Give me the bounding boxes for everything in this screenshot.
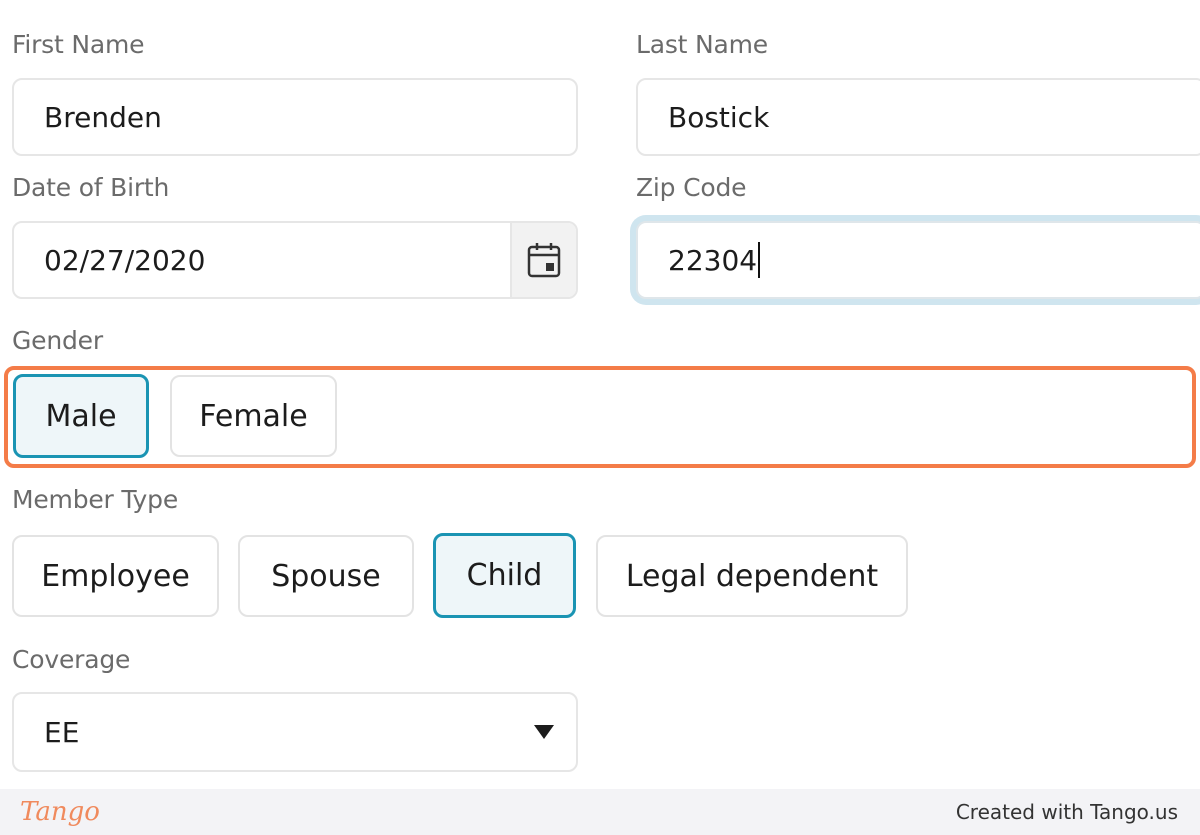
coverage-value: EE [44,715,80,749]
gender-female-label: Female [199,398,308,434]
last-name-label: Last Name [636,30,768,59]
gender-male-button[interactable]: Male [13,374,149,458]
member-type-child-button[interactable]: Child [433,533,576,618]
date-of-birth-value: 02/27/2020 [44,243,206,277]
first-name-input[interactable]: Brenden [12,78,578,156]
member-type-legal-dependent-label: Legal dependent [625,558,879,594]
member-form-page: First Name Brenden Last Name Bostick Dat… [0,0,1200,835]
text-caret [758,242,761,278]
calendar-icon [527,243,561,278]
tango-footer: Tango Created with Tango.us [0,789,1200,835]
member-type-spouse-label: Spouse [271,558,381,594]
zip-code-input[interactable]: 22304 [636,221,1200,299]
gender-female-button[interactable]: Female [170,375,337,457]
coverage-label: Coverage [12,645,131,674]
date-of-birth-label: Date of Birth [12,173,170,202]
member-type-child-label: Child [466,558,543,593]
last-name-input[interactable]: Bostick [636,78,1200,156]
member-type-label: Member Type [12,485,179,514]
member-type-employee-label: Employee [41,558,190,594]
gender-label: Gender [12,326,103,355]
first-name-label: First Name [12,30,145,59]
coverage-select[interactable]: EE [12,692,578,772]
dropdown-arrow-icon [534,725,554,739]
gender-male-label: Male [45,398,117,434]
calendar-button[interactable] [510,223,576,297]
member-type-employee-button[interactable]: Employee [12,535,219,617]
member-type-legal-dependent-button[interactable]: Legal dependent [596,535,908,617]
zip-code-label: Zip Code [636,173,747,202]
first-name-value: Brenden [44,100,162,134]
zip-code-value: 22304 [668,243,758,277]
tango-logo[interactable]: Tango [20,797,100,827]
last-name-value: Bostick [668,100,770,134]
member-type-spouse-button[interactable]: Spouse [238,535,414,617]
date-of-birth-input[interactable]: 02/27/2020 [12,221,578,299]
created-with-tango-text[interactable]: Created with Tango.us [956,800,1178,824]
